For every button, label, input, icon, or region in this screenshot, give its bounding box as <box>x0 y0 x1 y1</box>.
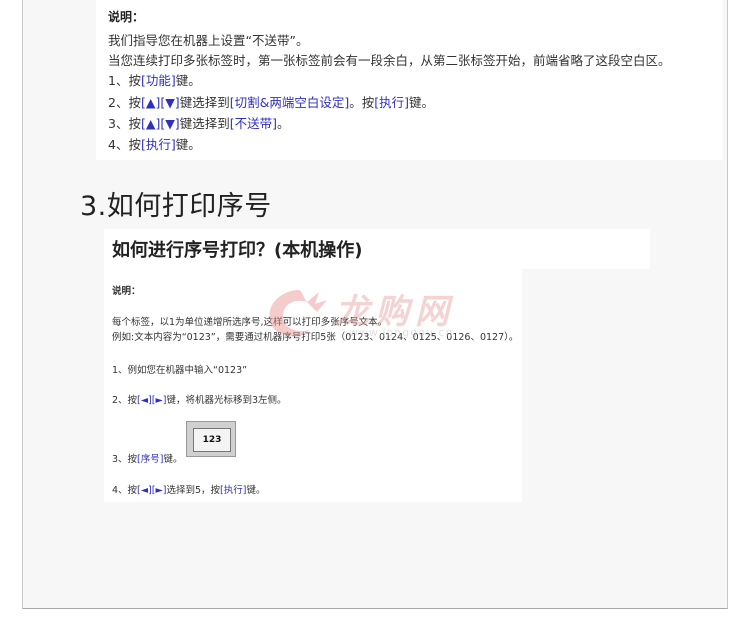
section-title: 3.如何打印序号 <box>80 191 272 222</box>
step-2: 2、按[◄][►]键，将机器光标移到3左侧。 <box>112 395 287 406</box>
step-4: 4、按[执行]键。 <box>108 137 201 152</box>
instruction-card: 说明： 我们指导您在机器上设置“不送带”。 当您连续打印多张标签时，第一张标签前… <box>96 0 722 160</box>
subheading: 如何进行序号打印？(本机操作) <box>112 240 363 261</box>
key-face: 123 <box>193 428 231 452</box>
step-4: 4、按[◄][►]选择到5，按[执行]键。 <box>112 485 266 496</box>
step-3: 3、按[序号]键。 <box>112 454 183 465</box>
step-1: 1、按[功能]键。 <box>108 73 201 88</box>
dragon-icon <box>269 290 327 337</box>
watermark-url: www.longgou.cn <box>349 326 454 339</box>
watermark-logo: 龙购网 www.longgou.cn <box>257 282 489 344</box>
serial-key-image: 123 <box>186 421 236 457</box>
step-1: 1、例如您在机器中输入“0123” <box>112 365 248 376</box>
card-title: 说明： <box>108 10 145 24</box>
step-3: 3、按[▲][▼]键选择到[不送带]。 <box>108 116 290 131</box>
step-2: 2、按[▲][▼]键选择到[切割&两端空白设定]。按[执行]键。 <box>108 95 435 110</box>
subheading-card: 如何进行序号打印？(本机操作) <box>104 229 650 269</box>
key-label: [功能] <box>140 73 176 88</box>
intro-line: 我们指导您在机器上设置“不送带”。 <box>108 33 309 48</box>
card-label: 说明： <box>112 286 141 297</box>
intro-line: 当您连续打印多张标签时，第一张标签前会有一段余白，从第二张标签开始，前端省略了这… <box>108 53 671 68</box>
